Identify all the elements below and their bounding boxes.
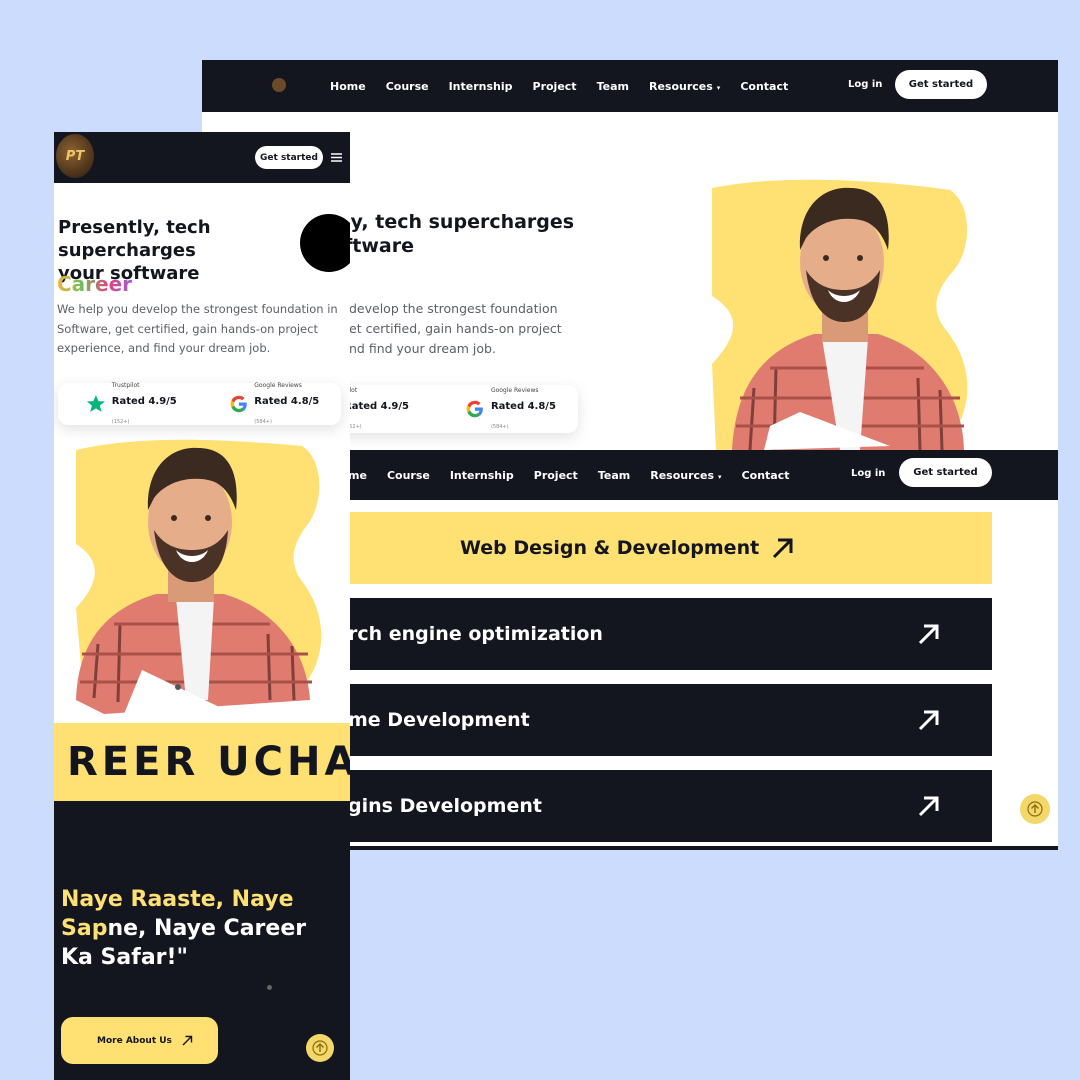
arrow-up-right-icon	[918, 710, 939, 731]
mobile-screenshot: PT Get started Presently, tech superchar…	[54, 132, 350, 1080]
nav2-team[interactable]: Team	[598, 469, 630, 482]
marquee-text: REER UCHA	[67, 739, 350, 785]
google-value: Rated 4.8/5	[254, 395, 320, 407]
nav-contact[interactable]: Contact	[740, 80, 788, 93]
nav2-resources-label: Resources	[650, 468, 715, 482]
mobile-get-started-button[interactable]: Get started	[255, 146, 323, 169]
nav2-resources[interactable]: Resources ▾	[650, 469, 721, 482]
google-rating: Google Reviews Rated 4.8/5 (584+)	[229, 382, 342, 427]
arrow-up-icon	[312, 1040, 328, 1056]
nav-internship[interactable]: Internship	[449, 80, 513, 93]
google-label: Google Reviews	[254, 381, 302, 389]
logo-icon[interactable]	[272, 78, 286, 92]
arrow-up-right-icon	[918, 796, 939, 817]
trustpilot-rating: pilot Rated 4.9/5 (152+)	[344, 387, 431, 432]
service-label: gins Development	[348, 795, 542, 817]
login-link-2[interactable]: Log in	[851, 468, 885, 479]
marquee-banner: REER UCHA	[54, 723, 350, 801]
hamburger-icon[interactable]	[331, 153, 342, 162]
nav-team[interactable]: Team	[597, 80, 629, 93]
get-started-button-2[interactable]: Get started	[899, 458, 992, 487]
desktop-desc-line2: et certified, gain hands-on project	[349, 321, 562, 336]
google-rating: Google Reviews Rated 4.8/5 (584+)	[465, 387, 578, 432]
mobile-navbar: PT Get started	[54, 132, 350, 183]
desktop-navbar: Home Course Internship Project Team Reso…	[202, 60, 1058, 112]
google-count: (584+)	[254, 418, 272, 425]
desktop-nav-links: Home Course Internship Project Team Reso…	[330, 60, 788, 112]
mobile-scroll-to-top-button[interactable]	[306, 1034, 334, 1062]
cursor-blob	[300, 214, 350, 272]
chevron-down-icon: ▾	[716, 83, 721, 92]
trustpilot-value: Rated 4.9/5	[344, 400, 409, 412]
desktop-hero-title: ly, tech supercharges ftware	[344, 210, 574, 258]
arrow-up-right-icon	[772, 538, 793, 559]
nav-course[interactable]: Course	[386, 80, 429, 93]
mobile-desc-line3: experience, and find your dream job.	[57, 341, 271, 355]
nav2-contact[interactable]: Contact	[742, 469, 790, 482]
service-label: me Development	[348, 709, 530, 731]
service-label: rch engine optimization	[348, 623, 603, 645]
nav-project[interactable]: Project	[533, 80, 577, 93]
arrow-up-icon	[1027, 801, 1043, 817]
chevron-down-icon: ▾	[718, 472, 722, 481]
tagline-section: Naye Raaste, Naye Sapne, Naye Career Ka …	[54, 801, 350, 1080]
login-link[interactable]: Log in	[848, 79, 882, 90]
tagline-line2-yellow: Sap	[61, 916, 108, 941]
desktop-sticky-nav-links: me Course Internship Project Team Resour…	[348, 450, 789, 500]
nav-resources-label: Resources	[648, 79, 713, 93]
nav-home[interactable]: Home	[330, 80, 366, 93]
tagline-line3: Ka Safar!"	[61, 945, 189, 970]
arrow-up-right-icon	[918, 624, 939, 645]
tagline-line2-white: ne, Naye Career	[107, 916, 307, 941]
scroll-to-top-button[interactable]	[1020, 794, 1050, 824]
trustpilot-count: (152+)	[111, 418, 130, 425]
desktop-desc-line3: nd find your dream job.	[349, 341, 496, 356]
service-label: Web Design & Development	[460, 537, 760, 559]
trustpilot-value: Rated 4.9/5	[111, 395, 177, 407]
tagline: Naye Raaste, Naye Sapne, Naye Career Ka …	[61, 885, 306, 972]
nav2-project[interactable]: Project	[534, 469, 578, 482]
star-icon	[86, 395, 105, 412]
tagline-line1: Naye Raaste, Naye	[61, 887, 294, 912]
arrow-up-right-icon	[182, 1035, 193, 1046]
carousel-dot[interactable]	[267, 985, 272, 990]
mobile-rating-card: Trustpilot Rated 4.9/5 (152+) Google Rev…	[58, 382, 342, 427]
nav2-course[interactable]: Course	[387, 469, 430, 482]
mobile-hero-description: We help you develop the strongest founda…	[57, 300, 338, 359]
rotating-word: Career	[57, 272, 133, 296]
desktop-hero-image	[712, 179, 968, 450]
trustpilot-rating: Trustpilot Rated 4.9/5 (152+)	[86, 382, 199, 427]
google-count: (584+)	[490, 423, 509, 430]
google-label: Google Reviews	[490, 386, 539, 394]
trustpilot-label: pilot	[344, 386, 358, 394]
nav2-home[interactable]: me	[348, 469, 367, 482]
google-value: Rated 4.8/5	[490, 400, 556, 412]
mobile-desc-line2: Software, get certified, gain hands-on p…	[57, 321, 318, 336]
mobile-hero-image	[76, 439, 322, 714]
desktop-hero-title-line1: ly, tech supercharges	[344, 211, 575, 233]
mobile-desc-line1: We help you develop the strongest founda…	[57, 302, 338, 316]
get-started-button[interactable]: Get started	[895, 70, 987, 99]
trustpilot-label: Trustpilot	[111, 381, 140, 389]
more-about-us-button[interactable]: More About Us	[61, 1017, 218, 1064]
nav-resources[interactable]: Resources ▾	[649, 80, 720, 93]
carousel-dot[interactable]	[175, 684, 181, 690]
google-icon	[230, 395, 247, 413]
more-about-us-label: More About Us	[97, 1035, 172, 1046]
desktop-hero-description: develop the strongest foundation et cert…	[349, 299, 562, 359]
logo-icon[interactable]: PT	[56, 134, 94, 178]
desktop-desc-line1: develop the strongest foundation	[349, 301, 558, 316]
google-icon	[466, 400, 483, 418]
nav2-internship[interactable]: Internship	[450, 469, 514, 482]
desktop-hero-title-line2: ftware	[344, 235, 414, 257]
